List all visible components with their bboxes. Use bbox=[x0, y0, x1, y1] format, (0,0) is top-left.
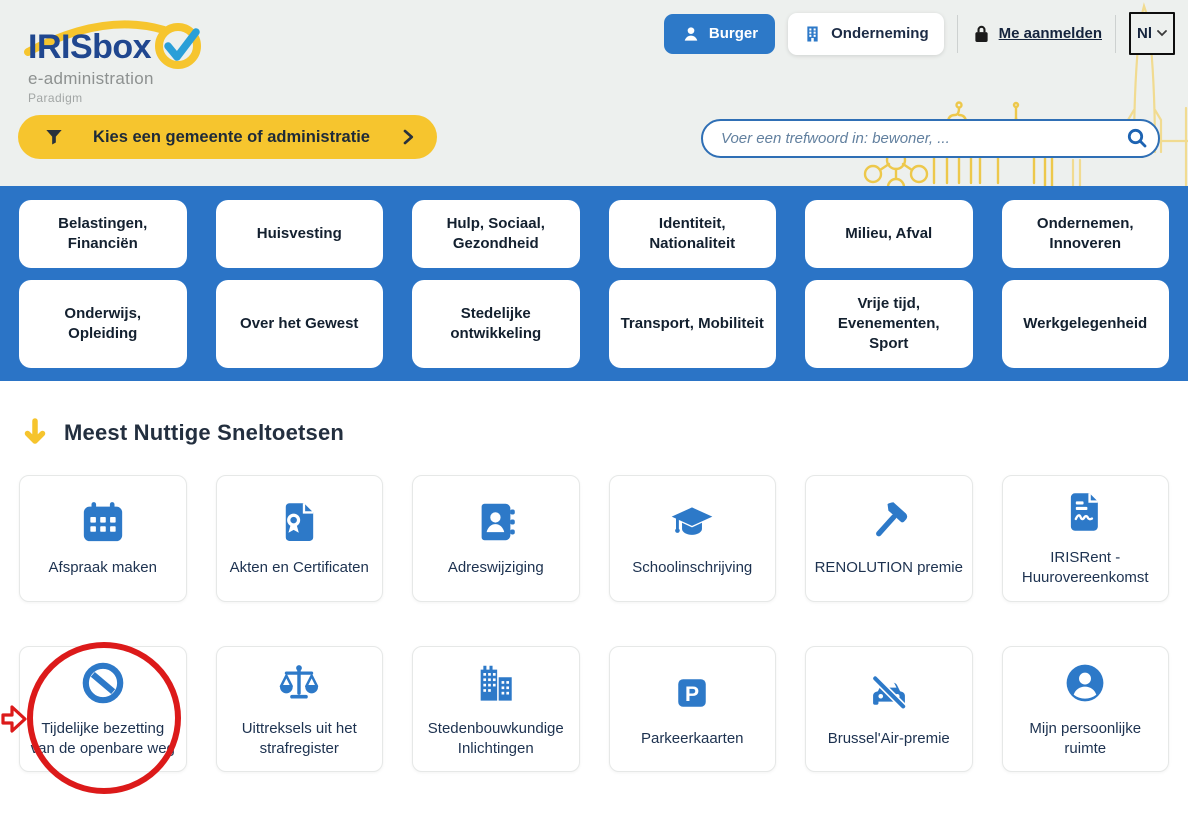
buildings-icon bbox=[472, 659, 520, 707]
calendar-icon bbox=[80, 498, 126, 546]
shortcut-card[interactable]: Adreswijziging bbox=[412, 475, 580, 602]
onderneming-button[interactable]: Onderneming bbox=[788, 13, 944, 55]
certificate-icon bbox=[276, 498, 322, 546]
category-band-grid: Belastingen, Financiën Huisvesting Hulp, S… bbox=[0, 186, 1188, 381]
logo-tagline: Paradigm bbox=[28, 91, 83, 105]
address-book-icon bbox=[473, 498, 519, 546]
topbar-divider bbox=[957, 15, 958, 53]
shortcut-card-label: Tijdelijke bezetting van de openbare weg bbox=[28, 719, 178, 760]
person-circle-icon bbox=[1062, 659, 1108, 707]
shortcut-card[interactable]: Akten en Certificaten bbox=[216, 475, 384, 602]
shortcuts-heading-row: Meest Nuttige Sneltoetsen bbox=[23, 418, 1169, 448]
shortcuts-heading: Meest Nuttige Sneltoetsen bbox=[64, 420, 344, 446]
category-button[interactable]: Belastingen, Financiën bbox=[19, 200, 187, 268]
chevron-down-icon bbox=[1157, 30, 1167, 37]
arrow-down-icon bbox=[23, 418, 47, 448]
login-label: Me aanmelden bbox=[999, 25, 1102, 42]
category-button[interactable]: Werkgelegenheid bbox=[1002, 280, 1170, 368]
language-selector[interactable]: Nl bbox=[1129, 12, 1175, 55]
shortcut-grid: Afspraak maken Akten en Certificaten Adres… bbox=[19, 475, 1169, 772]
shortcut-card-label: RENOLUTION premie bbox=[815, 558, 963, 578]
burger-button[interactable]: Burger bbox=[664, 14, 775, 54]
shortcut-card-label: Brussel'Air-premie bbox=[828, 729, 950, 749]
shortcut-card-label: Adreswijziging bbox=[448, 558, 544, 578]
svg-text:P: P bbox=[685, 683, 699, 706]
shortcut-card-label: Mijn persoonlijke ruimte bbox=[1011, 719, 1161, 760]
category-button[interactable]: Milieu, Afval bbox=[805, 200, 973, 268]
logo-title: IRISbox bbox=[28, 28, 151, 67]
category-button[interactable]: Huisvesting bbox=[216, 200, 384, 268]
topbar-divider bbox=[1115, 15, 1116, 53]
shortcuts-section: Meest Nuttige Sneltoetsen Afspraak maken… bbox=[0, 418, 1188, 772]
shortcut-card-label: Schoolinschrijving bbox=[632, 558, 752, 578]
category-button[interactable]: Vrije tijd, Evenementen, Sport bbox=[805, 280, 973, 368]
search-icon[interactable] bbox=[1125, 126, 1149, 155]
login-link[interactable]: Me aanmelden bbox=[971, 23, 1102, 45]
filter-icon bbox=[44, 127, 64, 147]
shortcut-card[interactable]: P Parkeerkaarten bbox=[609, 646, 777, 773]
contract-icon bbox=[1063, 488, 1107, 536]
category-button[interactable]: Onderwijs, Opleiding bbox=[19, 280, 187, 368]
filter-button-label: Kies een gemeente of administratie bbox=[64, 128, 399, 147]
hammer-icon bbox=[866, 498, 912, 546]
shortcut-card[interactable]: Tijdelijke bezetting van de openbare weg bbox=[19, 646, 187, 773]
shortcut-card[interactable]: Stedenbouwkundige Inlichtingen bbox=[412, 646, 580, 773]
parking-icon: P bbox=[670, 669, 714, 717]
scales-icon bbox=[275, 659, 323, 707]
shortcut-card[interactable]: Afspraak maken bbox=[19, 475, 187, 602]
shortcut-card[interactable]: Mijn persoonlijke ruimte bbox=[1002, 646, 1170, 773]
page-header: IRISbox e-administration Paradigm Burger bbox=[0, 0, 1188, 186]
burger-label: Burger bbox=[709, 25, 758, 42]
shortcut-card-label: Afspraak maken bbox=[49, 558, 157, 578]
person-icon bbox=[681, 24, 701, 44]
choose-municipality-button[interactable]: Kies een gemeente of administratie bbox=[18, 115, 437, 159]
onderneming-label: Onderneming bbox=[831, 25, 929, 42]
shortcut-card[interactable]: Uittreksels uit het strafregister bbox=[216, 646, 384, 773]
category-button[interactable]: Identiteit, Nationaliteit bbox=[609, 200, 777, 268]
language-label: Nl bbox=[1137, 25, 1152, 42]
category-button[interactable]: Hulp, Sociaal, Gezondheid bbox=[412, 200, 580, 268]
category-button[interactable]: Over het Gewest bbox=[216, 280, 384, 368]
search-input[interactable] bbox=[701, 119, 1160, 158]
shortcut-card-label: Stedenbouwkundige Inlichtingen bbox=[421, 719, 571, 760]
logo-subtitle: e-administration bbox=[28, 69, 154, 89]
no-entry-icon bbox=[79, 659, 127, 707]
shortcut-card[interactable]: RENOLUTION premie bbox=[805, 475, 973, 602]
shortcut-card[interactable]: IRISRent - Huurovereenkomst bbox=[1002, 475, 1170, 602]
shortcut-card[interactable]: Brussel'Air-premie bbox=[805, 646, 973, 773]
category-button[interactable]: Stedelijke ontwikkeling bbox=[412, 280, 580, 368]
shortcut-card-label: Uittreksels uit het strafregister bbox=[225, 719, 375, 760]
car-crossed-icon bbox=[865, 669, 913, 717]
shortcut-card-label: Parkeerkaarten bbox=[641, 729, 744, 749]
shortcut-card-label: Akten en Certificaten bbox=[230, 558, 369, 578]
topbar: Burger Onderneming Me aanmelden bbox=[664, 12, 1175, 55]
category-button[interactable]: Transport, Mobiliteit bbox=[609, 280, 777, 368]
graduation-cap-icon bbox=[668, 498, 716, 546]
chevron-right-icon bbox=[399, 128, 417, 146]
search-bar bbox=[701, 119, 1160, 158]
shortcut-card[interactable]: Schoolinschrijving bbox=[609, 475, 777, 602]
building-icon bbox=[803, 24, 822, 44]
lock-icon bbox=[971, 23, 992, 45]
category-button[interactable]: Ondernemen, Innoveren bbox=[1002, 200, 1170, 268]
irisbox-logo[interactable]: IRISbox e-administration Paradigm bbox=[18, 6, 233, 116]
shortcut-card-label: IRISRent - Huurovereenkomst bbox=[1011, 548, 1161, 589]
